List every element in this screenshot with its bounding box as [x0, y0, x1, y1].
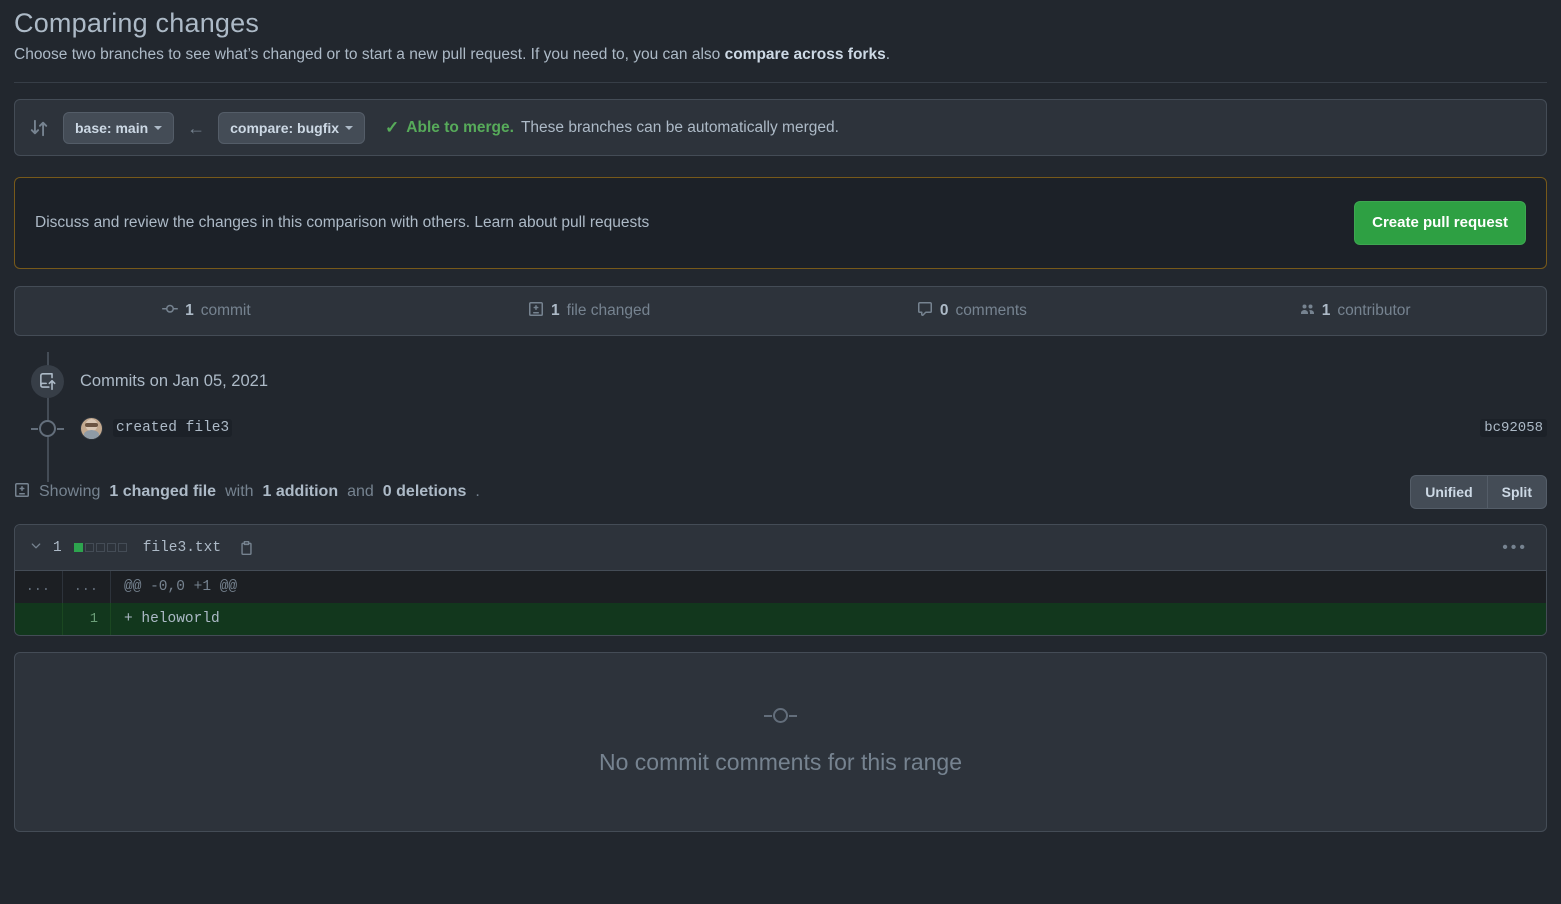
stat-files-label: file changed: [566, 302, 651, 319]
stat-contributors-label: contributor: [1337, 302, 1411, 319]
diff-stat-count: 1: [53, 539, 62, 556]
compare-branches-icon: [29, 118, 49, 138]
diff-line-number-new: ...: [63, 571, 111, 603]
pr-banner-text: Discuss and review the changes in this c…: [35, 214, 650, 231]
subtitle-text-post: .: [885, 46, 890, 63]
diff-hunk-header: @@ -0,0 +1 @@: [124, 579, 238, 595]
merge-status: ✓ Able to merge. These branches can be a…: [385, 118, 839, 138]
arrow-left-icon: ←: [187, 117, 206, 138]
chevron-down-icon[interactable]: [29, 539, 43, 556]
file-diff-icon: [528, 301, 544, 322]
stat-commits[interactable]: 1 commit: [15, 301, 398, 322]
check-icon: ✓: [385, 117, 400, 137]
diff-line-number-new: 1: [63, 603, 111, 635]
file-diff-icon: [14, 482, 30, 503]
branch-comparison-bar: base: main ← compare: bugfix ✓ Able to m…: [14, 99, 1547, 156]
diff-summary-text: Showing 1 changed file with 1 addition a…: [14, 482, 480, 503]
diff-block-empty: [106, 543, 116, 552]
stat-commits-label: commit: [200, 302, 251, 319]
base-branch-selector[interactable]: base: main: [63, 111, 175, 144]
create-pull-request-button[interactable]: Create pull request: [1354, 201, 1526, 245]
stat-comments-label: comments: [955, 302, 1027, 319]
page-subtitle: Choose two branches to see what’s change…: [14, 44, 1547, 66]
comparison-stats-bar: 1 commit 1 file changed 0 comments 1 con…: [14, 286, 1547, 336]
create-pull-request-banner: Discuss and review the changes in this c…: [14, 177, 1547, 269]
stat-commits-count: 1: [185, 302, 194, 319]
no-comments-panel: No commit comments for this range: [14, 652, 1547, 832]
diff-line-number-old: ...: [15, 571, 63, 603]
diff-stat-blocks: [73, 543, 127, 552]
merge-status-detail: These branches can be automatically merg…: [520, 118, 839, 136]
compare-branch-selector[interactable]: compare: bugfix: [218, 111, 366, 144]
diff-row: ... ... @@ -0,0 +1 @@: [15, 571, 1546, 603]
diff-file-options-button[interactable]: •••: [1502, 539, 1532, 557]
stat-comments[interactable]: 0 comments: [781, 301, 1164, 322]
diff-summary-mid: with: [225, 483, 254, 500]
diff-file-header: 1 file3.txt •••: [15, 525, 1546, 571]
stat-files-changed[interactable]: 1 file changed: [398, 301, 781, 322]
header-divider: [14, 82, 1547, 83]
commit-dot-icon: [31, 419, 64, 437]
repo-push-icon: [31, 364, 64, 398]
commit-message[interactable]: created file3: [113, 419, 233, 437]
diff-summary-and: and: [347, 483, 374, 500]
diff-summary-deletions: 0 deletions: [382, 483, 467, 500]
stat-files-count: 1: [551, 302, 560, 319]
diff-summary-additions: 1 addition: [262, 483, 339, 500]
comment-icon: [917, 301, 933, 322]
commit-icon: [162, 301, 179, 322]
subtitle-text-pre: Choose two branches to see what’s change…: [14, 46, 725, 63]
people-icon: [1299, 301, 1315, 322]
commit-sha[interactable]: bc92058: [1480, 419, 1547, 437]
diff-file-name[interactable]: file3.txt: [143, 540, 221, 556]
diff-file-card: 1 file3.txt ••• ... ... @@ -0,0 +1 @@ 1 …: [14, 524, 1547, 636]
no-comments-text: No commit comments for this range: [598, 749, 962, 775]
diff-view-toggle: Unified Split: [1410, 475, 1547, 509]
commits-date-heading: Commits on Jan 05, 2021: [80, 371, 269, 390]
diff-block-empty: [117, 543, 127, 552]
diff-block-empty: [84, 543, 94, 552]
diff-summary-end: .: [475, 483, 480, 500]
commits-timeline: Commits on Jan 05, 2021 created file3 bc…: [14, 352, 1547, 482]
copy-icon[interactable]: [239, 540, 254, 555]
base-branch-label: base: main: [75, 119, 149, 136]
stat-contributors[interactable]: 1 contributor: [1163, 301, 1546, 322]
compare-changes-page: Comparing changes Choose two branches to…: [0, 4, 1561, 904]
timeline-heading-row: Commits on Jan 05, 2021: [14, 360, 1547, 402]
avatar[interactable]: [80, 416, 103, 440]
stat-contributors-count: 1: [1321, 302, 1331, 319]
chevron-down-icon: [345, 125, 354, 130]
tab-split[interactable]: Split: [1486, 475, 1547, 509]
diff-block-empty: [95, 543, 105, 552]
diff-summary-pre: Showing: [39, 483, 101, 500]
diff-body: ... ... @@ -0,0 +1 @@ 1 + heloworld: [15, 571, 1546, 635]
diff-block-added: [73, 543, 83, 552]
page-title: Comparing changes: [14, 8, 260, 38]
commit-row: created file3 bc92058: [14, 402, 1547, 454]
diff-line-number-old: [15, 603, 63, 635]
diff-line-code: + heloworld: [124, 611, 220, 627]
merge-status-strong: Able to merge.: [406, 118, 514, 136]
compare-across-forks-link[interactable]: compare across forks: [725, 46, 886, 63]
diff-row: 1 + heloworld: [15, 603, 1546, 635]
chevron-down-icon: [154, 125, 163, 130]
compare-branch-label: compare: bugfix: [230, 119, 340, 136]
stat-comments-count: 0: [939, 302, 949, 319]
diff-summary-files: 1 changed file: [109, 483, 217, 500]
tab-unified[interactable]: Unified: [1410, 475, 1487, 509]
diff-summary-row: Showing 1 changed file with 1 addition a…: [14, 475, 1547, 509]
commit-dot-icon: [764, 708, 797, 723]
